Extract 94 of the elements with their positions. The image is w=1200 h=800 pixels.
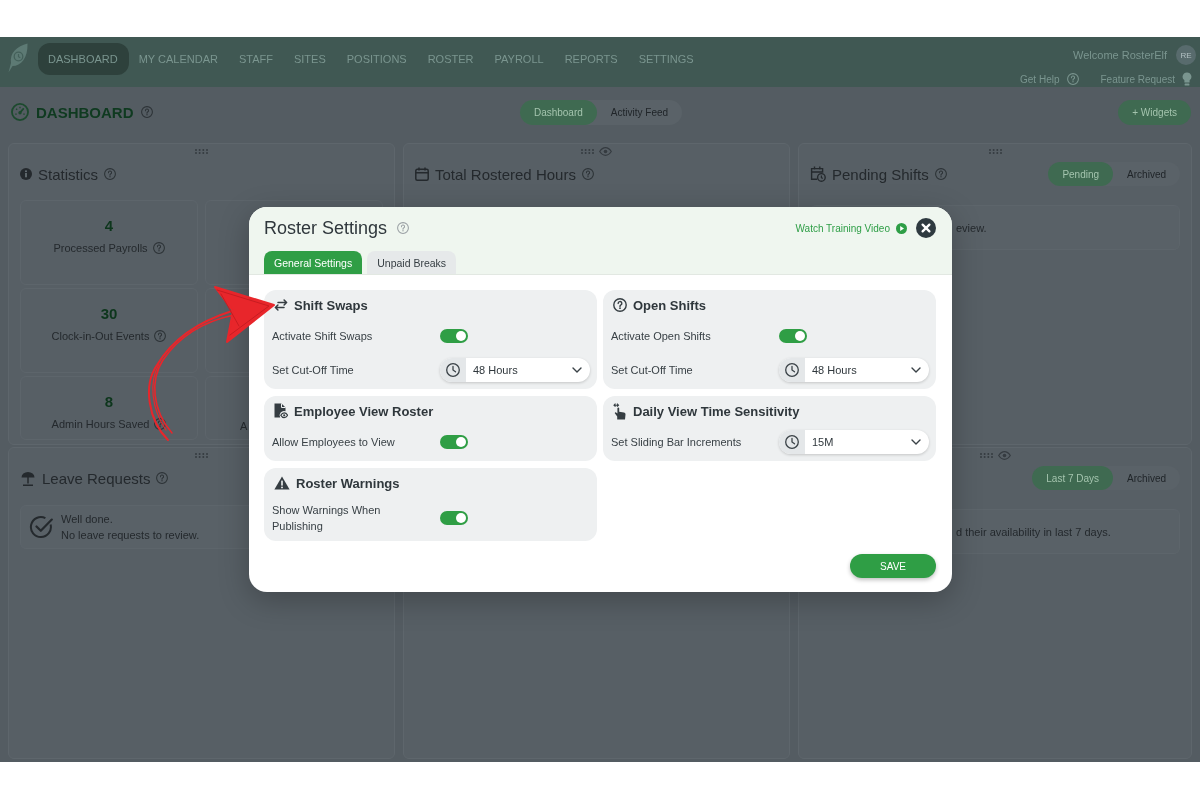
lightbulb-icon[interactable] [1182,72,1192,86]
widget-title: Pending Shifts [832,165,929,183]
setting-label: Set Sliding Bar Increments [611,435,743,450]
dropdown[interactable]: 15M [779,430,929,454]
widget-title: Leave Requests [42,469,151,487]
clock-icon [779,430,805,454]
help-icon[interactable] [140,106,153,118]
welcome-text: Welcome RosterElf [1073,49,1167,61]
filter-tab[interactable]: Pending [1048,162,1114,186]
filter-tab[interactable]: Archived [1113,466,1180,490]
header-link[interactable]: Feature Request [1100,73,1175,85]
stat-value: 8 [104,393,114,411]
drag-handle-icon[interactable] [581,149,594,154]
section-title: Daily View Time Sensitivity [633,403,800,419]
page-title: DASHBOARD [36,103,134,121]
gauge-icon [11,103,29,121]
header-link[interactable]: Get Help [1020,73,1060,85]
setting-label: Set Cut-Off Time [611,363,694,378]
toggle-switch[interactable] [440,511,468,525]
check-circle-icon [29,515,53,539]
stat-value: 30 [100,305,118,323]
dialog-title: Roster Settings [264,217,388,239]
setting-label: Set Cut-Off Time [272,363,355,378]
eye-icon[interactable] [997,451,1011,460]
message-text: eview. [956,221,987,234]
setting-label: Activate Open Shifts [611,329,712,344]
widget-title: Statistics [38,165,98,183]
warning-icon [274,476,290,490]
view-tab[interactable]: Activity Feed [596,99,683,125]
save-button[interactable]: SAVE [850,554,936,578]
drag-handle-icon[interactable] [979,453,993,458]
clock-icon [779,358,805,382]
tab[interactable]: General Settings [264,251,363,274]
dropdown[interactable]: 48 Hours [779,358,929,382]
nav-item[interactable]: ROSTER [417,43,485,75]
nav-item[interactable]: REPORTS [554,43,629,75]
play-icon [896,222,907,234]
nav-item[interactable]: PAYROLL [484,43,555,75]
help-icon[interactable] [397,222,410,234]
nav-item[interactable]: POSITIONS [336,43,418,75]
leaf-logo-icon[interactable] [8,43,28,73]
help-icon[interactable] [581,168,594,180]
help-icon [613,298,627,312]
stat-label: Admin Hours Saved [51,417,150,431]
nav-item[interactable]: SETTINGS [628,43,705,75]
eye-icon[interactable] [599,147,612,156]
nav-item[interactable]: MY CALENDAR [128,43,229,75]
section-title: Shift Swaps [294,297,368,313]
chevron-down-icon [572,367,582,373]
drag-handle-icon[interactable] [195,453,208,458]
view-tab[interactable]: Dashboard [519,99,597,125]
add-widgets-button[interactable]: + Widgets [1118,99,1191,125]
stat-label: Processed Payrolls [53,241,148,255]
toggle-switch[interactable] [440,329,468,343]
training-video-link[interactable]: Watch Training Video [795,222,907,234]
section-title: Open Shifts [633,297,706,313]
help-icon[interactable] [154,330,167,342]
dropdown[interactable]: 48 Hours [440,358,590,382]
section-title: Roster Warnings [296,475,400,491]
toggle-switch[interactable] [779,329,807,343]
drag-handle-icon[interactable] [195,149,208,154]
filter-tab[interactable]: Last 7 Days [1032,466,1114,490]
chevron-down-icon [911,367,921,373]
document-eye-icon [274,403,288,419]
setting-label: Allow Employees to View [272,435,396,450]
nav-item[interactable]: SITES [283,43,337,75]
info-icon [20,168,32,180]
help-icon[interactable] [152,242,165,254]
toggle-switch[interactable] [440,435,468,449]
user-avatar[interactable]: RE [1176,45,1196,65]
hand-swipe-icon [613,402,627,420]
tab[interactable]: Unpaid Breaks [367,251,457,274]
chevron-down-icon [911,439,921,445]
calendar-clock-icon [810,166,826,182]
message-heading: Well done. [61,512,114,527]
umbrella-icon [20,470,36,486]
help-icon[interactable] [104,168,116,180]
help-icon[interactable] [154,418,167,430]
close-icon[interactable] [916,218,936,238]
widget-title: Total Rostered Hours [435,165,576,183]
setting-label: Activate Shift Swaps [272,329,374,344]
calendar-icon [415,167,429,181]
filter-tab[interactable]: Archived [1113,162,1180,186]
clock-icon [440,358,466,382]
drag-handle-icon[interactable] [988,149,1002,154]
help-icon[interactable] [934,168,947,180]
help-icon[interactable] [156,472,169,484]
help-icon[interactable] [1066,73,1079,85]
setting-label: Show Warnings When Publishing [272,503,382,534]
stat-label: Clock-in-Out Events [51,329,150,343]
nav-item[interactable]: DASHBOARD [38,43,129,75]
section-title: Employee View Roster [294,403,434,419]
nav-item[interactable]: STAFF [228,43,284,75]
stat-value: 4 [104,217,114,235]
